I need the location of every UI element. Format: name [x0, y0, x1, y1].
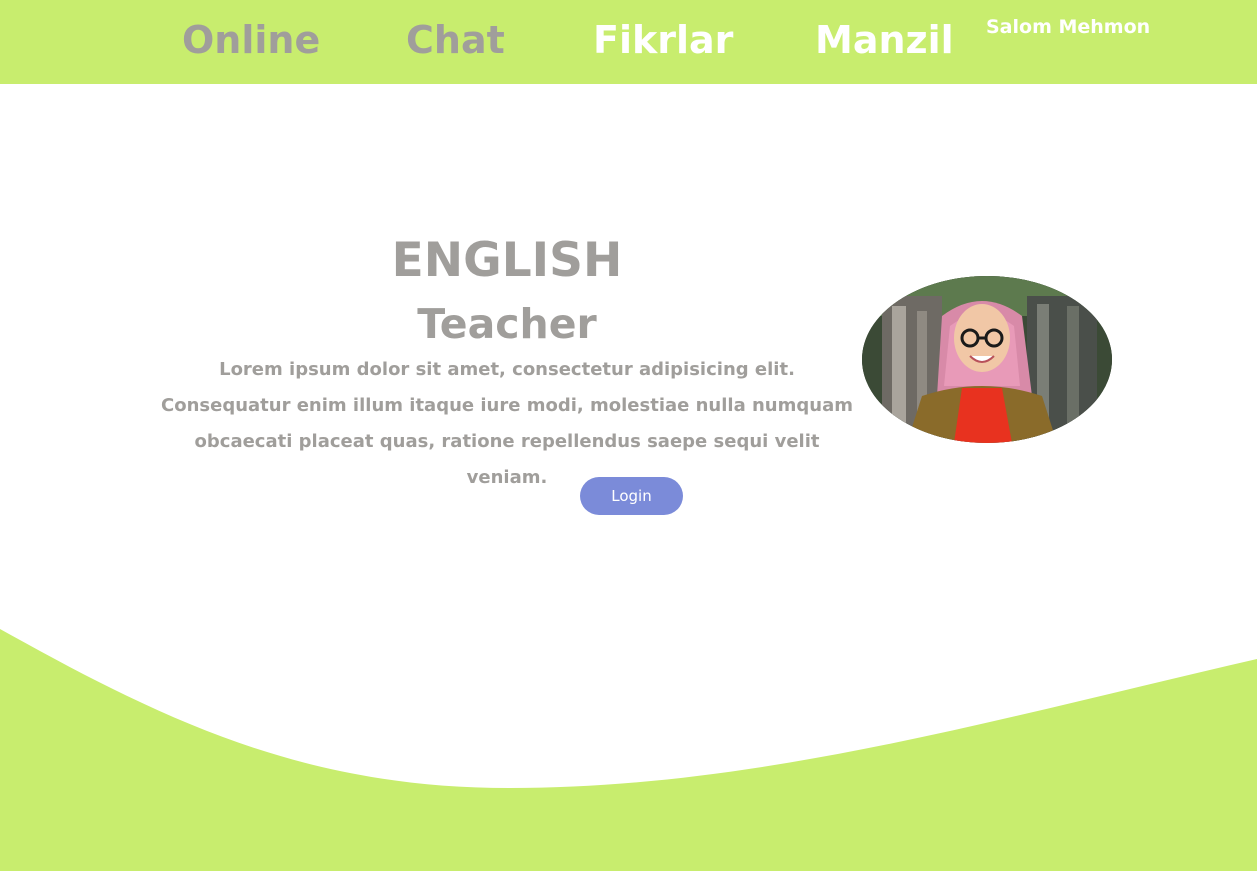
teacher-portrait-photo: [862, 276, 1112, 443]
nav-link-manzil[interactable]: Manzil: [815, 18, 954, 62]
nav-link-online[interactable]: Online: [182, 18, 320, 62]
login-button[interactable]: Login: [580, 477, 683, 515]
top-navbar: Online Chat Fikrlar Manzil Salom Mehmon: [0, 0, 1257, 84]
nav-link-fikrlar[interactable]: Fikrlar: [593, 18, 733, 62]
nav-link-chat[interactable]: Chat: [406, 18, 505, 62]
hero-description: Lorem ipsum dolor sit amet, consectetur …: [161, 359, 853, 488]
portrait-image: [862, 276, 1112, 443]
hero-subtitle: Teacher: [417, 300, 597, 348]
greeting-text: Salom Mehmon: [986, 16, 1151, 38]
hero-title: ENGLISH: [391, 233, 623, 288]
decorative-wave: [0, 629, 1257, 871]
